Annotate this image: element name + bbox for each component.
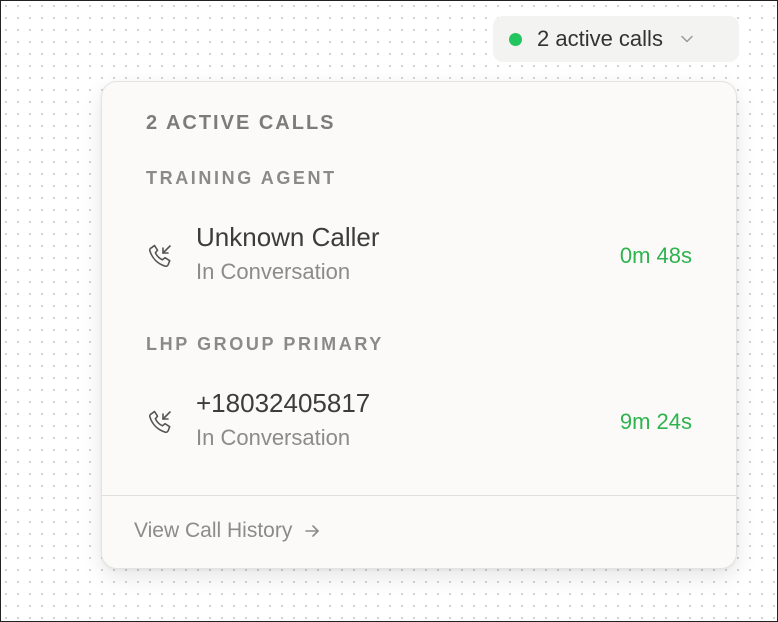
group-title-lhp-group-primary: LHP GROUP PRIMARY: [146, 334, 384, 354]
caller-name: +18032405817: [196, 388, 371, 418]
active-calls-toggle[interactable]: 2 active calls: [493, 16, 739, 62]
call-status: In Conversation: [196, 425, 351, 450]
active-calls-label: 2 active calls: [537, 26, 663, 51]
call-duration: 9m 24s: [619, 409, 692, 434]
incoming-call-icon: [146, 242, 174, 270]
call-row[interactable]: +18032405817 In Conversation 9m 24s: [102, 388, 736, 458]
view-call-history-link[interactable]: View Call History: [134, 519, 322, 543]
caller-name: Unknown Caller: [196, 222, 380, 252]
status-dot: [509, 32, 522, 46]
call-status: In Conversation: [196, 259, 351, 284]
incoming-call-icon: [146, 408, 174, 436]
active-calls-panel: 2 ACTIVE CALLS TRAINING AGENT Unknown Ca…: [101, 81, 737, 569]
call-duration: 0m 48s: [619, 243, 692, 268]
view-call-history-label: View Call History: [134, 519, 293, 542]
chevron-down-icon: [681, 33, 693, 45]
arrow-right-icon: [304, 522, 322, 540]
panel-heading: 2 ACTIVE CALLS: [146, 112, 336, 134]
footer-divider: [102, 495, 736, 496]
call-row[interactable]: Unknown Caller In Conversation 0m 48s: [102, 222, 736, 292]
group-title-training-agent: TRAINING AGENT: [146, 168, 337, 188]
